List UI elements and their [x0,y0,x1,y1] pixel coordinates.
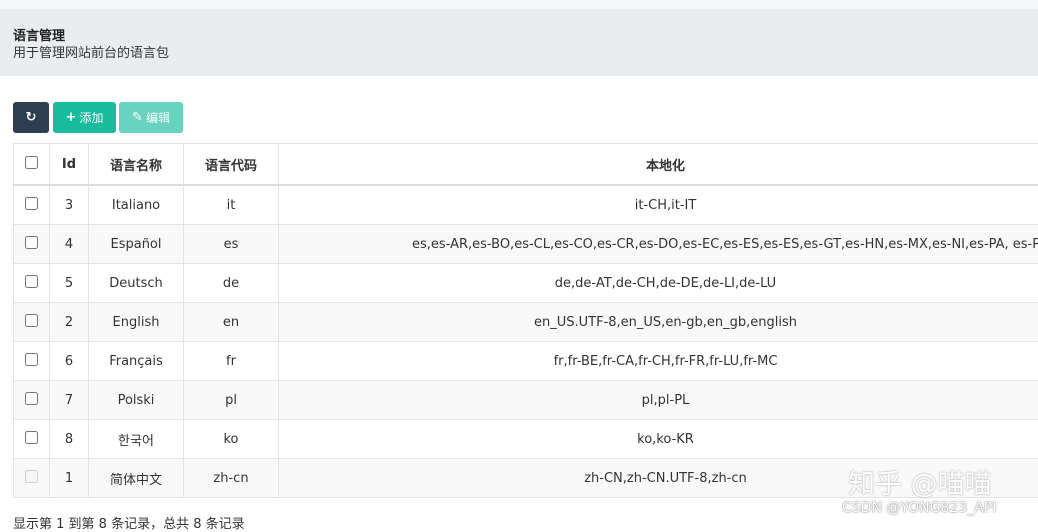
watermark-zhihu: 知乎 @喵喵 [848,462,992,501]
cell-name: English [89,303,184,342]
row-checkbox[interactable] [25,197,38,210]
header-id[interactable]: Id [50,144,89,186]
row-select-cell[interactable] [14,342,50,381]
language-table: Id 语言名称 语言代码 本地化 3 Italiano it it-CH,it-… [13,143,1038,498]
cell-id: 4 [50,225,89,264]
cell-locale: it-CH,it-IT [279,185,1038,225]
row-checkbox[interactable] [25,431,38,444]
cell-name: Español [89,225,184,264]
row-select-cell[interactable] [14,225,50,264]
cell-id: 6 [50,342,89,381]
cell-name: Deutsch [89,264,184,303]
cell-code: ko [184,420,279,459]
cell-code: de [184,264,279,303]
cell-code: zh-cn [184,459,279,498]
cell-locale: es,es-AR,es-BO,es-CL,es-CO,es-CR,es-DO,e… [279,225,1038,264]
edit-button[interactable]: ✎ 编辑 [119,102,183,133]
plus-icon: + [66,110,77,125]
row-checkbox[interactable] [25,314,38,327]
cell-locale: ko,ko-KR [279,420,1038,459]
row-select-cell[interactable] [14,264,50,303]
refresh-icon: ↻ [26,110,37,125]
table-header-row: Id 语言名称 语言代码 本地化 [14,144,1038,186]
cell-id: 3 [50,185,89,225]
refresh-button[interactable]: ↻ [13,102,49,133]
pagination-summary: 显示第 1 到第 8 条记录，总共 8 条记录 [13,513,245,532]
cell-name: 한국어 [89,420,184,459]
header-select-all[interactable] [14,144,50,186]
page-subtitle: 用于管理网站前台的语言包 [13,42,169,61]
cell-id: 1 [50,459,89,498]
cell-code: it [184,185,279,225]
row-select-cell[interactable] [14,420,50,459]
watermark-csdn: CSDN @YONG823_API [842,500,996,516]
header-name[interactable]: 语言名称 [89,144,184,186]
row-checkbox[interactable] [25,236,38,249]
table-row[interactable]: 4 Español es es,es-AR,es-BO,es-CL,es-CO,… [14,225,1038,264]
cell-id: 7 [50,381,89,420]
row-checkbox-disabled [25,470,38,483]
table-row[interactable]: 8 한국어 ko ko,ko-KR [14,420,1038,459]
cell-id: 8 [50,420,89,459]
row-checkbox[interactable] [25,275,38,288]
cell-code: es [184,225,279,264]
pencil-icon: ✎ [132,110,143,125]
row-checkbox[interactable] [25,392,38,405]
cell-code: pl [184,381,279,420]
row-select-cell [14,459,50,498]
cell-id: 2 [50,303,89,342]
table-row[interactable]: 7 Polski pl pl,pl-PL [14,381,1038,420]
row-select-cell[interactable] [14,185,50,225]
page-header: 语言管理 用于管理网站前台的语言包 [0,9,1038,76]
cell-id: 5 [50,264,89,303]
header-code[interactable]: 语言代码 [184,144,279,186]
row-select-cell[interactable] [14,303,50,342]
cell-locale: de,de-AT,de-CH,de-DE,de-LI,de-LU [279,264,1038,303]
cell-code: en [184,303,279,342]
cell-code: fr [184,342,279,381]
table-row[interactable]: 5 Deutsch de de,de-AT,de-CH,de-DE,de-LI,… [14,264,1038,303]
cell-name: Italiano [89,185,184,225]
add-button[interactable]: + 添加 [53,102,116,133]
add-button-label: 添加 [79,109,103,126]
cell-name: Français [89,342,184,381]
header-locale[interactable]: 本地化 [279,144,1038,186]
cell-name: 简体中文 [89,459,184,498]
table-row[interactable]: 6 Français fr fr,fr-BE,fr-CA,fr-CH,fr-FR… [14,342,1038,381]
top-strip [0,0,1038,9]
cell-locale: en_US.UTF-8,en_US,en-gb,en_gb,english [279,303,1038,342]
row-checkbox[interactable] [25,353,38,366]
edit-button-label: 编辑 [146,109,170,126]
cell-name: Polski [89,381,184,420]
cell-locale: pl,pl-PL [279,381,1038,420]
cell-locale: fr,fr-BE,fr-CA,fr-CH,fr-FR,fr-LU,fr-MC [279,342,1038,381]
table-row[interactable]: 2 English en en_US.UTF-8,en_US,en-gb,en_… [14,303,1038,342]
row-select-cell[interactable] [14,381,50,420]
table-row[interactable]: 3 Italiano it it-CH,it-IT [14,185,1038,225]
select-all-checkbox[interactable] [25,156,38,169]
